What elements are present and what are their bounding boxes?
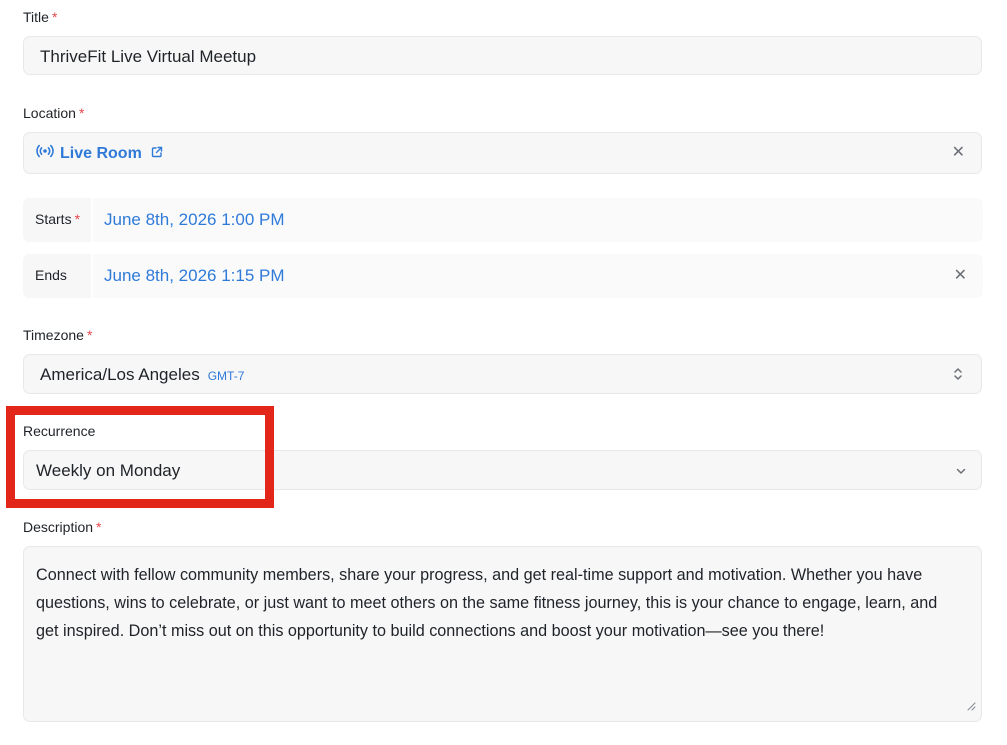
description-value: Connect with fellow community members, s…	[36, 566, 938, 640]
description-textarea[interactable]: Connect with fellow community members, s…	[23, 546, 982, 722]
resize-handle-icon[interactable]	[966, 698, 976, 716]
required-marker: *	[96, 519, 102, 535]
title-value: ThriveFit Live Virtual Meetup	[40, 47, 257, 66]
location-field[interactable]: Live Room ✕	[23, 132, 982, 174]
timezone-label: Timezone *	[23, 327, 93, 343]
location-label: Location *	[23, 105, 85, 121]
clear-location-icon[interactable]: ✕	[952, 145, 965, 161]
title-label: Title *	[23, 9, 58, 25]
timezone-offset: GMT-7	[207, 369, 245, 383]
recurrence-value: Weekly on Monday	[36, 461, 181, 480]
ends-value: June 8th, 2026 1:15 PM	[104, 266, 285, 285]
required-marker: *	[74, 211, 81, 227]
clear-ends-icon[interactable]: ✕	[954, 268, 967, 284]
ends-label: Ends	[23, 254, 91, 298]
chevron-up-down-icon	[953, 366, 963, 387]
required-marker: *	[78, 105, 85, 121]
starts-datetime-picker[interactable]: June 8th, 2026 1:00 PM	[93, 198, 983, 242]
broadcast-icon	[36, 144, 54, 163]
recurrence-label: Recurrence	[23, 423, 96, 439]
timezone-value: America/Los Angeles	[40, 365, 200, 384]
ends-row: Ends June 8th, 2026 1:15 PM ✕	[23, 254, 983, 298]
location-value: Live Room	[60, 144, 142, 162]
location-link[interactable]: Live Room	[36, 144, 163, 163]
starts-row: Starts * June 8th, 2026 1:00 PM	[23, 198, 983, 242]
recurrence-select[interactable]: Weekly on Monday	[23, 450, 982, 490]
starts-value: June 8th, 2026 1:00 PM	[104, 210, 285, 229]
starts-label: Starts *	[23, 198, 91, 242]
ends-datetime-picker[interactable]: June 8th, 2026 1:15 PM ✕	[93, 254, 983, 298]
required-marker: *	[51, 9, 58, 25]
description-label: Description *	[23, 519, 102, 535]
timezone-select[interactable]: America/Los Angeles GMT-7	[23, 354, 982, 394]
external-link-icon	[151, 145, 163, 163]
title-input[interactable]: ThriveFit Live Virtual Meetup	[23, 36, 982, 75]
required-marker: *	[86, 327, 93, 343]
chevron-down-icon	[955, 464, 967, 482]
